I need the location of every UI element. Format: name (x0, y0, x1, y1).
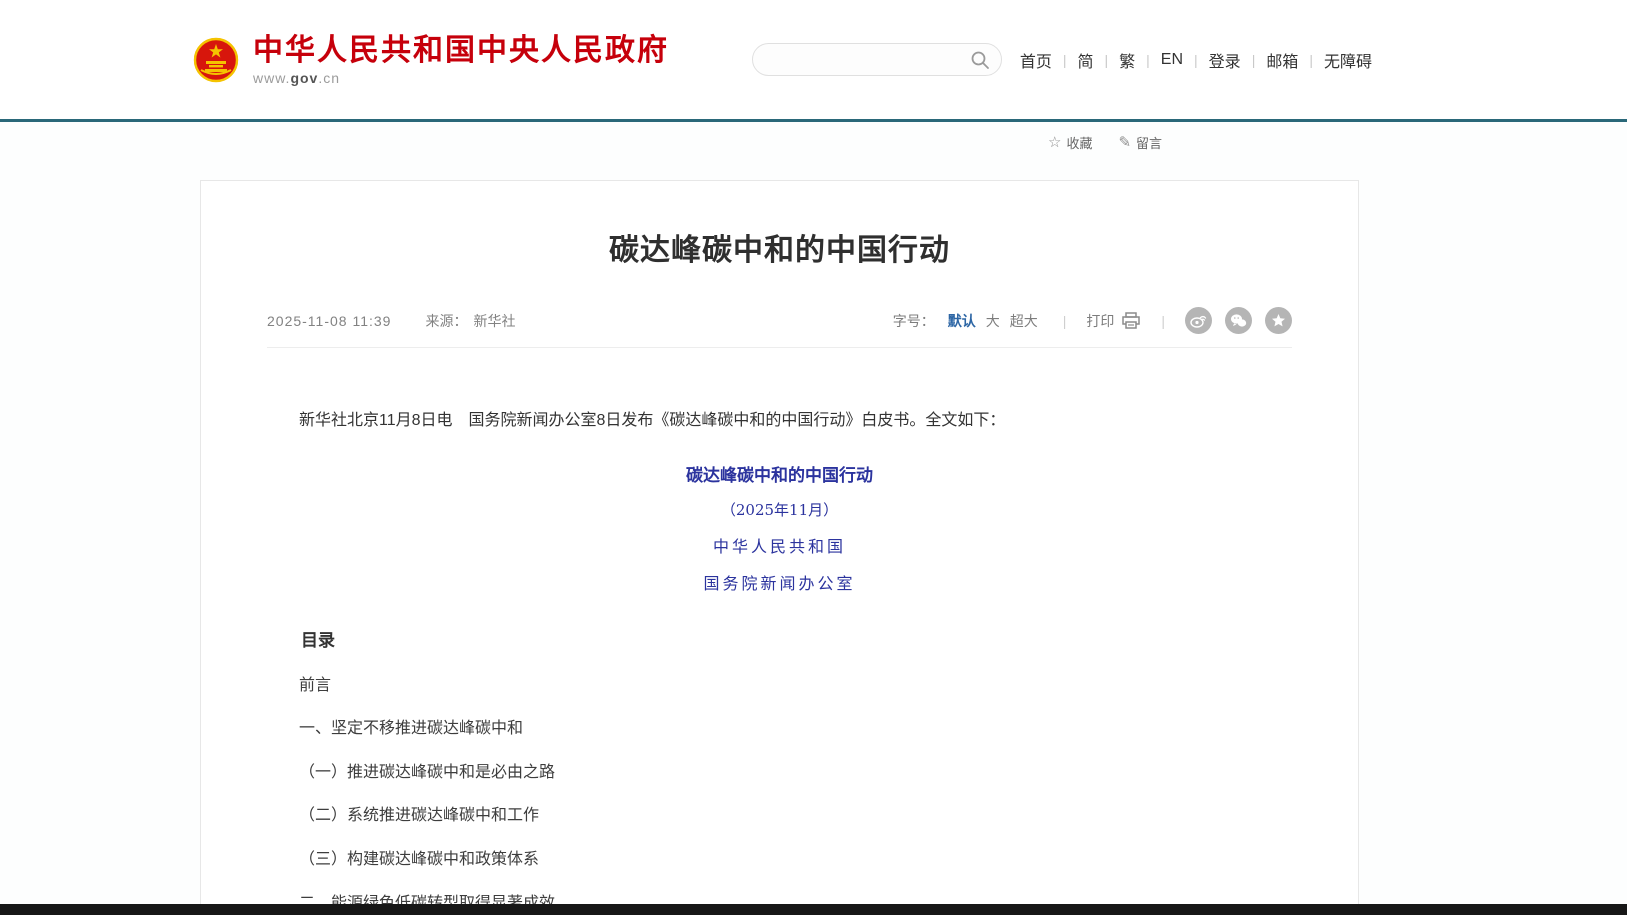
favorite-button[interactable]: ☆ 收藏 (1048, 133, 1092, 152)
nav-home[interactable]: 首页 (1020, 48, 1052, 72)
document-org-line2: 国务院新闻办公室 (267, 570, 1292, 594)
article-meta-row: 2025-11-08 11:39 来源： 新华社 字号： 默认 大 超大 | 打… (267, 307, 1292, 348)
toc-item-preface: 前言 (267, 677, 1292, 695)
wechat-share-icon[interactable] (1225, 307, 1252, 334)
meta-separator: | (1161, 313, 1165, 329)
toc-heading: 目录 (267, 626, 1292, 651)
nav-separator: | (1252, 52, 1256, 68)
favorite-label: 收藏 (1066, 133, 1092, 152)
article-meta-left: 2025-11-08 11:39 来源： 新华社 (267, 311, 515, 331)
meta-separator: | (1063, 313, 1067, 329)
nav-mail[interactable]: 邮箱 (1266, 48, 1298, 72)
site-logo[interactable]: 中华人民共和国中央人民政府 www.gov.cn (193, 34, 669, 86)
fontsize-default-button[interactable]: 默认 (948, 311, 976, 331)
top-nav: 首页 | 简 | 繁 | EN | 登录 | 邮箱 | 无障碍 (1020, 48, 1372, 72)
site-url: www.gov.cn (253, 70, 669, 86)
nav-separator: | (1309, 52, 1313, 68)
fontsize-xlarge-button[interactable]: 超大 (1010, 311, 1038, 331)
printer-icon (1121, 312, 1141, 330)
toc-item-1-2: （二）系统推进碳达峰碳中和工作 (267, 807, 1292, 825)
nav-english[interactable]: EN (1161, 51, 1183, 69)
publish-date: 2025-11-08 11:39 (267, 313, 391, 329)
article-card: 碳达峰碳中和的中国行动 2025-11-08 11:39 来源： 新华社 字号：… (200, 180, 1359, 915)
nav-accessibility[interactable]: 无障碍 (1324, 48, 1372, 72)
print-label: 打印 (1086, 311, 1114, 331)
nav-simplified[interactable]: 简 (1077, 48, 1093, 72)
search-box[interactable] (752, 43, 1002, 76)
toc-item-1-3: （三）构建碳达峰碳中和政策体系 (267, 851, 1292, 869)
lead-paragraph: 新华社北京11月8日电 国务院新闻办公室8日发布《碳达峰碳中和的中国行动》白皮书… (267, 408, 1292, 434)
fontsize-label: 字号： (893, 311, 935, 331)
nav-login[interactable]: 登录 (1209, 48, 1241, 72)
weibo-share-icon[interactable] (1185, 307, 1212, 334)
article-meta-right: 字号： 默认 大 超大 | 打印 | (893, 307, 1292, 334)
nav-separator: | (1194, 52, 1198, 68)
bottom-edge-bar (0, 904, 1627, 915)
nav-separator: | (1105, 52, 1109, 68)
fontsize-large-button[interactable]: 大 (986, 311, 1000, 331)
comment-label: 留言 (1136, 133, 1162, 152)
search-input[interactable] (769, 44, 969, 75)
document-org-line1: 中华人民共和国 (267, 533, 1292, 557)
pencil-icon: ✎ (1118, 135, 1131, 150)
site-title-block: 中华人民共和国中央人民政府 www.gov.cn (253, 34, 669, 86)
nav-separator: | (1146, 52, 1150, 68)
comment-button[interactable]: ✎ 留言 (1118, 133, 1162, 152)
search-icon[interactable] (970, 50, 990, 70)
star-share-icon[interactable] (1265, 307, 1292, 334)
nav-traditional[interactable]: 繁 (1119, 48, 1135, 72)
national-emblem-icon (193, 34, 239, 86)
article-actions: ☆ 收藏 ✎ 留言 (1048, 133, 1162, 152)
site-title: 中华人民共和国中央人民政府 (253, 34, 669, 67)
page-background: ☆ 收藏 ✎ 留言 碳达峰碳中和的中国行动 2025-11-08 11:39 来… (0, 122, 1627, 915)
nav-separator: | (1063, 52, 1067, 68)
toc-item-1: 一、坚定不移推进碳达峰碳中和 (267, 720, 1292, 738)
article-title: 碳达峰碳中和的中国行动 (267, 225, 1292, 269)
site-header: 中华人民共和国中央人民政府 www.gov.cn 首页 | 简 | 繁 | EN | 登… (0, 0, 1627, 119)
document-date: （2025年11月） (267, 499, 1292, 520)
source-value[interactable]: 新华社 (473, 311, 515, 331)
document-title: 碳达峰碳中和的中国行动 (267, 461, 1292, 486)
toc-item-1-1: （一）推进碳达峰碳中和是必由之路 (267, 764, 1292, 782)
print-button[interactable]: 打印 (1086, 311, 1141, 331)
star-outline-icon: ☆ (1048, 135, 1061, 150)
source-label: 来源： (425, 311, 467, 331)
share-icons (1185, 307, 1292, 334)
